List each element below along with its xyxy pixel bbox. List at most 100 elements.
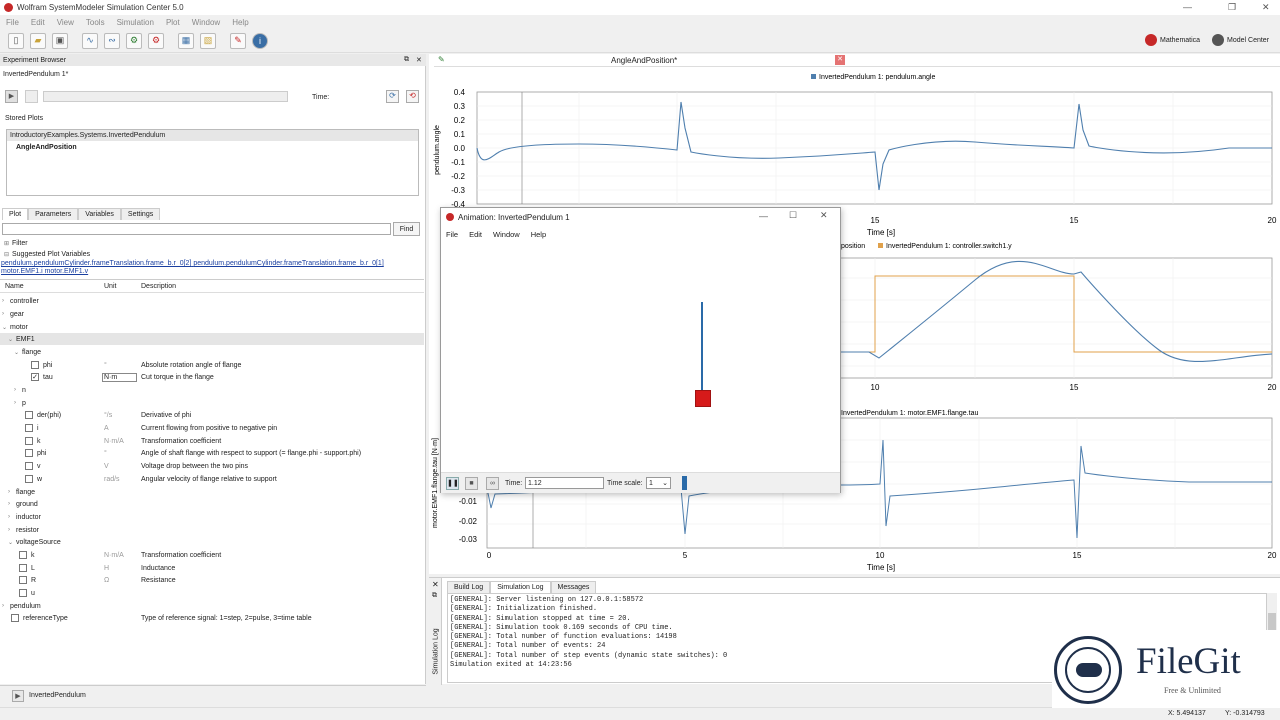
- tree-item-flange[interactable]: ⌄ flange: [0, 346, 424, 358]
- anim-time-input[interactable]: 1.12: [525, 477, 604, 489]
- find-button[interactable]: Find: [393, 222, 420, 236]
- unit-select[interactable]: N·m: [102, 372, 137, 382]
- simulate-icon[interactable]: ⚙: [126, 32, 142, 49]
- checkbox[interactable]: [25, 449, 33, 457]
- tree-item-reference-type[interactable]: referenceType Type of reference signal: 1…: [0, 612, 424, 624]
- column-header-description[interactable]: Description: [141, 283, 176, 290]
- column-header-name[interactable]: Name: [5, 283, 24, 290]
- info-icon[interactable]: i: [252, 32, 268, 49]
- tab-simulation-log[interactable]: Simulation Log: [490, 581, 551, 593]
- checkbox[interactable]: [19, 564, 27, 572]
- tree-item-n[interactable]: › n: [0, 384, 424, 396]
- menu-view[interactable]: View: [57, 18, 74, 27]
- checkbox[interactable]: [25, 437, 33, 445]
- tree-item-gear[interactable]: › gear: [0, 308, 424, 320]
- tree-item-u[interactable]: u: [0, 587, 424, 599]
- tree-item-resistor[interactable]: › resistor: [0, 524, 424, 536]
- tree-item-i[interactable]: i A Current flowing from positive to negat…: [0, 422, 424, 434]
- plot-edit-icon[interactable]: ✎: [438, 55, 445, 64]
- tree-item-k[interactable]: k N·m/A Transformation coefficient: [0, 435, 424, 447]
- time-slider-handle[interactable]: [682, 476, 687, 490]
- stored-plot-item[interactable]: AngleAndPosition: [7, 141, 418, 154]
- panel-close-icon[interactable]: ✕: [416, 56, 422, 64]
- tree-item-flange-2[interactable]: › flange: [0, 486, 424, 498]
- minimize-icon[interactable]: —: [759, 211, 768, 221]
- menu-plot[interactable]: Plot: [166, 18, 180, 27]
- menu-tools[interactable]: Tools: [86, 18, 105, 27]
- tree-item-inductor[interactable]: › inductor: [0, 511, 424, 523]
- tree-item-der-phi[interactable]: der(phi) °/s Derivative of phi: [0, 409, 424, 421]
- tree-item-k-2[interactable]: k N·m/A Transformation coefficient: [0, 549, 424, 561]
- menu-simulation[interactable]: Simulation: [117, 18, 154, 27]
- plot-icon[interactable]: ∿: [82, 32, 98, 49]
- checkbox[interactable]: [19, 589, 27, 597]
- anim-menu-file[interactable]: File: [446, 230, 458, 239]
- suggested-link[interactable]: pendulum.pendulumCylinder.frameTranslati…: [1, 260, 191, 267]
- tree-item-p[interactable]: › p: [0, 397, 424, 409]
- log-undock-icon[interactable]: ⧉: [432, 592, 437, 600]
- menu-window[interactable]: Window: [192, 18, 220, 27]
- tab-messages[interactable]: Messages: [550, 581, 597, 593]
- log-close-icon[interactable]: ✕: [432, 580, 439, 589]
- stop-button[interactable]: ■: [465, 477, 478, 490]
- checkbox[interactable]: [31, 361, 39, 369]
- pause-button[interactable]: ❚❚: [446, 477, 459, 490]
- tree-item-pendulum[interactable]: › pendulum: [0, 600, 424, 612]
- tree-item-voltage-source[interactable]: ⌄ voltageSource: [0, 536, 424, 548]
- tree-item-phi-2[interactable]: phi ° Angle of shaft flange with respect t…: [0, 447, 424, 459]
- maximize-icon[interactable]: ❐: [1228, 2, 1236, 13]
- checkbox[interactable]: [19, 551, 27, 559]
- menu-help[interactable]: Help: [232, 18, 248, 27]
- suggested-link[interactable]: pendulum.pendulumCylinder.frameTranslati…: [193, 260, 383, 267]
- new-file-icon[interactable]: ▯: [8, 32, 24, 49]
- anim-menu-window[interactable]: Window: [493, 230, 520, 239]
- animation-viewport[interactable]: [441, 242, 840, 471]
- plot-close-icon[interactable]: ✕: [835, 55, 845, 65]
- image-icon[interactable]: ▦: [178, 32, 194, 49]
- checkbox[interactable]: [25, 424, 33, 432]
- checkbox[interactable]: [25, 411, 33, 419]
- close-icon[interactable]: ✕: [820, 210, 828, 221]
- play-simulation-button[interactable]: ▶: [5, 90, 18, 103]
- anim-menu-help[interactable]: Help: [531, 230, 546, 239]
- search-input[interactable]: [2, 223, 391, 235]
- tree-item-emf1[interactable]: ⌄ EMF1: [0, 333, 424, 345]
- checkbox[interactable]: [25, 462, 33, 470]
- menu-file[interactable]: File: [6, 18, 19, 27]
- mathematica-button[interactable]: Mathematica: [1145, 34, 1200, 46]
- checkbox[interactable]: [25, 475, 33, 483]
- tree-item-controller[interactable]: › controller: [0, 295, 424, 307]
- stop-simulate-icon[interactable]: ⚙: [148, 32, 164, 49]
- tree-item-tau[interactable]: ✓ tau N·m Cut torque in the flange: [0, 371, 424, 383]
- stored-plot-path[interactable]: IntroductoryExamples.Systems.InvertedPen…: [7, 130, 418, 141]
- checkbox-checked[interactable]: ✓: [31, 373, 39, 381]
- tab-settings[interactable]: Settings: [120, 208, 161, 220]
- reset-icon[interactable]: ⟲: [406, 90, 419, 103]
- model-center-button[interactable]: Model Center: [1212, 34, 1269, 46]
- checkbox[interactable]: [11, 614, 19, 622]
- column-header-unit[interactable]: Unit: [104, 283, 116, 290]
- tree-item-w[interactable]: w rad/s Angular velocity of flange relativ…: [0, 473, 424, 485]
- tree-item-phi[interactable]: phi ° Absolute rotation angle of flange: [0, 359, 424, 371]
- timescale-select[interactable]: 1 ⌄: [646, 477, 671, 489]
- suggested-link[interactable]: motor.EMF1.i: [1, 268, 43, 275]
- refresh-icon[interactable]: ⟳: [386, 90, 399, 103]
- tree-item-motor[interactable]: ⌄ motor: [0, 321, 424, 333]
- tab-build-log[interactable]: Build Log: [447, 581, 491, 593]
- chart-image-icon[interactable]: ▧: [200, 32, 216, 49]
- tree-item-v[interactable]: v V Voltage drop between the two pins: [0, 460, 424, 472]
- suggested-link[interactable]: motor.EMF1.v: [45, 268, 89, 275]
- tree-item-ground[interactable]: › ground: [0, 498, 424, 510]
- tools-icon[interactable]: ✎: [230, 32, 246, 49]
- open-folder-icon[interactable]: ▰: [30, 32, 46, 49]
- anim-menu-edit[interactable]: Edit: [469, 230, 482, 239]
- tab-parameters[interactable]: Parameters: [28, 208, 79, 220]
- stop-simulation-button[interactable]: [25, 90, 38, 103]
- maximize-icon[interactable]: ☐: [789, 210, 797, 221]
- undock-icon[interactable]: ⧉: [404, 56, 409, 64]
- minimize-icon[interactable]: —: [1183, 2, 1192, 12]
- checkbox[interactable]: [19, 576, 27, 584]
- filter-toggle[interactable]: ⊞ Filter: [4, 240, 28, 247]
- loop-icon[interactable]: ∞: [486, 477, 499, 490]
- save-icon[interactable]: ▣: [52, 32, 68, 49]
